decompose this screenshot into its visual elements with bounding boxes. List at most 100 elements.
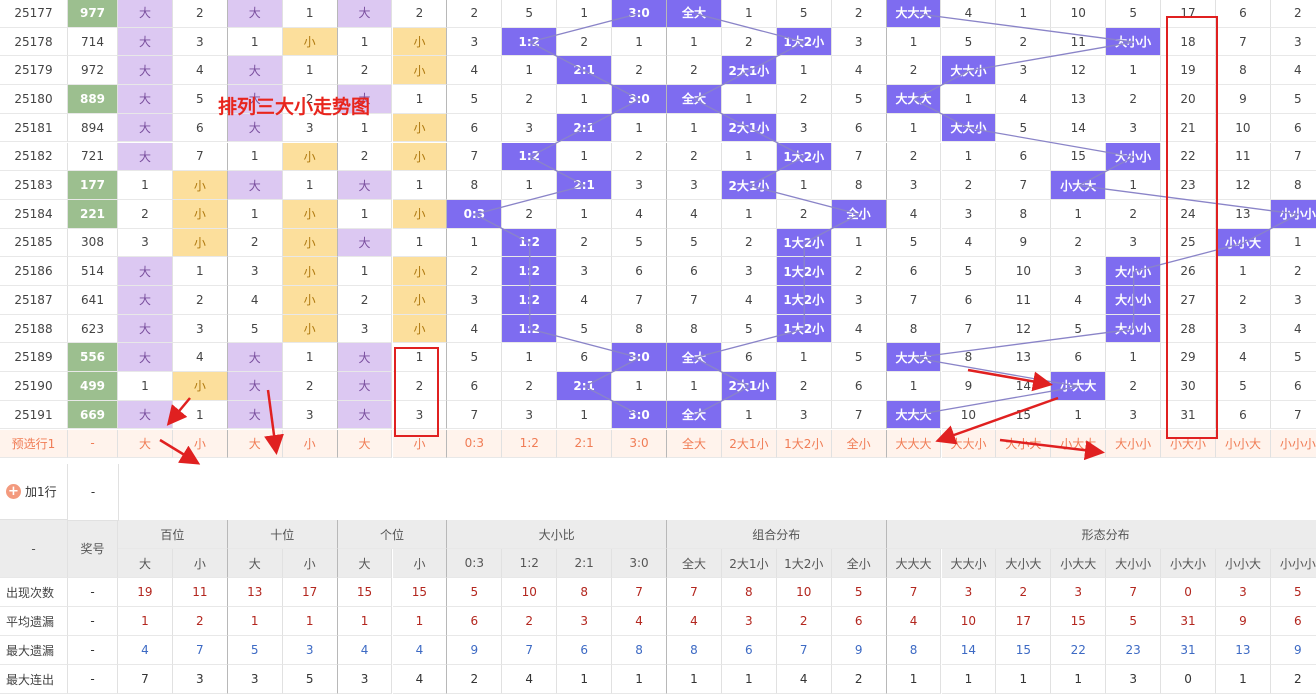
trend-cell: 7 bbox=[886, 286, 942, 315]
stat-value: 9 bbox=[1216, 607, 1271, 636]
preselect-option-14[interactable]: 大大大 bbox=[886, 429, 942, 459]
stat-value: 10 bbox=[941, 607, 997, 636]
trend-cell: 2 bbox=[1106, 85, 1162, 114]
trend-cell: 7 bbox=[831, 400, 887, 430]
preselect-option-13[interactable]: 全小 bbox=[831, 429, 887, 459]
stat-value: 1 bbox=[392, 607, 448, 636]
trend-cell: 3:0 bbox=[612, 400, 667, 430]
issue-number: 25187 bbox=[0, 286, 68, 315]
trend-cell: 8 bbox=[667, 314, 722, 344]
trend-cell: 7 bbox=[941, 314, 997, 344]
trend-cell: 1 bbox=[776, 56, 832, 86]
trend-cell: 6 bbox=[996, 142, 1052, 172]
stat-value: 7 bbox=[776, 636, 832, 665]
trend-cell: 2 bbox=[831, 257, 887, 286]
stat-value: 3 bbox=[337, 665, 393, 694]
stat-award: - bbox=[68, 636, 118, 665]
trend-cell: 2 bbox=[337, 142, 393, 172]
trend-cell: 6 bbox=[886, 257, 942, 286]
preselect-option-0[interactable]: 大 bbox=[118, 429, 173, 459]
trend-cell: 6 bbox=[941, 286, 997, 315]
trend-cell: 4 bbox=[172, 343, 228, 373]
issue-number: 25179 bbox=[0, 56, 68, 86]
stat-value: 0 bbox=[1161, 578, 1216, 607]
header-sub: 大 bbox=[227, 549, 283, 578]
preselect-option-3[interactable]: 小 bbox=[282, 429, 338, 459]
highlight-box-geweishu bbox=[394, 347, 439, 437]
header-group: 百位 bbox=[118, 520, 228, 549]
trend-cell: 1大2小 bbox=[776, 27, 832, 57]
preselect-option-2[interactable]: 大 bbox=[227, 429, 283, 459]
trend-cell: 1 bbox=[886, 372, 942, 401]
trend-cell: 1:2 bbox=[502, 257, 558, 286]
preselect-option-10[interactable]: 全大 bbox=[667, 429, 722, 459]
trend-cell: 2大1小 bbox=[721, 56, 777, 86]
stat-value: 5 bbox=[831, 578, 887, 607]
trend-cell: 7 bbox=[996, 171, 1052, 200]
trend-cell: 小 bbox=[392, 286, 448, 315]
stat-value: 3 bbox=[1051, 578, 1107, 607]
preselect-option-15[interactable]: 大大小 bbox=[941, 429, 997, 459]
stat-value: 7 bbox=[172, 636, 228, 665]
trend-cell: 大 bbox=[337, 400, 393, 430]
stat-value: 5 bbox=[282, 665, 338, 694]
preselect-option-9[interactable]: 3:0 bbox=[612, 429, 667, 459]
trend-cell: 5 bbox=[447, 343, 503, 373]
trend-cell: 1 bbox=[557, 0, 613, 28]
trend-cell: 12 bbox=[1216, 171, 1271, 200]
stat-value: 8 bbox=[557, 578, 613, 607]
trend-cell: 1 bbox=[118, 372, 173, 401]
preselect-option-6[interactable]: 0:3 bbox=[447, 429, 503, 459]
trend-cell: 1大2小 bbox=[776, 286, 832, 315]
award-number: 714 bbox=[68, 27, 118, 57]
trend-cell: 1 bbox=[557, 400, 613, 430]
preselect-option-7[interactable]: 1:2 bbox=[502, 429, 558, 459]
trend-cell: 小 bbox=[282, 199, 338, 229]
trend-cell: 1 bbox=[1216, 257, 1271, 286]
preselect-option-16[interactable]: 大小大 bbox=[996, 429, 1052, 459]
trend-cell: 1大2小 bbox=[776, 228, 832, 258]
trend-cell: 1 bbox=[996, 0, 1052, 28]
preselect-option-11[interactable]: 2大1小 bbox=[721, 429, 777, 459]
preselect-option-4[interactable]: 大 bbox=[337, 429, 393, 459]
stat-value: 4 bbox=[886, 607, 942, 636]
stat-label: 平均遗漏 bbox=[0, 607, 68, 636]
stat-value: 8 bbox=[721, 578, 777, 607]
add-row-button[interactable]: + 加1行 bbox=[0, 464, 68, 520]
trend-cell: 7 bbox=[831, 142, 887, 172]
stat-value: 3 bbox=[282, 636, 338, 665]
preselect-option-20[interactable]: 小小大 bbox=[1216, 429, 1271, 459]
header-sub: 大 bbox=[337, 549, 393, 578]
trend-cell: 2:1 bbox=[557, 56, 613, 86]
trend-cell: 1大2小 bbox=[776, 314, 832, 344]
trend-cell: 5 bbox=[941, 257, 997, 286]
trend-cell: 1 bbox=[227, 27, 283, 57]
trend-cell: 1 bbox=[941, 142, 997, 172]
trend-cell: 1 bbox=[612, 27, 667, 57]
trend-cell: 3 bbox=[1106, 400, 1162, 430]
preselect-option-1[interactable]: 小 bbox=[172, 429, 228, 459]
stat-value: 9 bbox=[831, 636, 887, 665]
preselect-option-17[interactable]: 小大大 bbox=[1051, 429, 1107, 459]
trend-cell: 全大 bbox=[667, 0, 722, 28]
preselect-option-21[interactable]: 小小小 bbox=[1270, 429, 1316, 459]
trend-cell: 大大小 bbox=[941, 113, 997, 143]
trend-cell: 大大大 bbox=[886, 343, 942, 373]
award-number: 308 bbox=[68, 228, 118, 258]
trend-cell: 2:1 bbox=[557, 113, 613, 143]
stat-value: 2 bbox=[502, 607, 558, 636]
trend-cell: 4 bbox=[1051, 286, 1107, 315]
trend-cell: 5 bbox=[1270, 85, 1316, 114]
trend-cell: 6 bbox=[447, 113, 503, 143]
trend-cell: 4 bbox=[612, 199, 667, 229]
trend-cell: 1 bbox=[392, 171, 448, 200]
preselect-option-12[interactable]: 1大2小 bbox=[776, 429, 832, 459]
trend-cell: 2 bbox=[118, 199, 173, 229]
preselect-option-18[interactable]: 大小小 bbox=[1106, 429, 1162, 459]
trend-cell: 小 bbox=[392, 113, 448, 143]
preselect-option-8[interactable]: 2:1 bbox=[557, 429, 613, 459]
trend-cell: 小 bbox=[392, 199, 448, 229]
stat-value: 31 bbox=[1161, 636, 1216, 665]
trend-cell: 小 bbox=[282, 286, 338, 315]
trend-cell: 3 bbox=[1216, 314, 1271, 344]
